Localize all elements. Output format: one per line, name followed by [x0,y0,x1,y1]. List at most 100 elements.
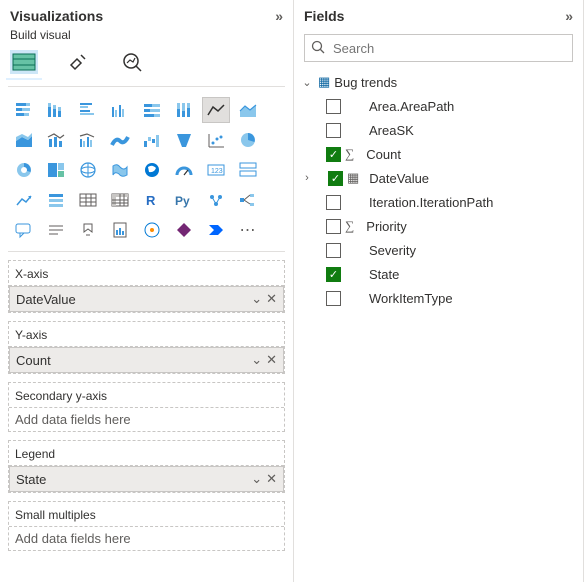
fields-search[interactable] [304,34,573,62]
x-axis-well[interactable]: X-axis DateValue ⌄✕ [8,260,285,313]
search-input[interactable] [331,40,566,57]
y-axis-well[interactable]: Y-axis Count ⌄✕ [8,321,285,374]
field-iteration-iterationpath[interactable]: Iteration.IterationPath [300,190,577,214]
area-chart-icon[interactable] [234,97,262,123]
checkbox-icon[interactable] [326,99,341,114]
table-bug-trends[interactable]: ⌄ ▦ Bug trends [300,70,577,94]
smart-narrative-icon[interactable] [42,217,70,243]
multi-row-card-icon[interactable] [234,157,262,183]
secondary-y-axis-well[interactable]: Secondary y-axis Add data fields here [8,382,285,432]
remove-field-icon[interactable]: ✕ [266,471,277,487]
secondary-y-axis-placeholder[interactable]: Add data fields here [9,408,284,431]
chevron-down-icon[interactable]: ⌄ [300,76,314,89]
field-count[interactable]: ✓ ∑ Count [300,142,577,166]
build-visual-tab[interactable] [10,50,38,74]
checkbox-checked-icon[interactable]: ✓ [326,147,341,162]
collapse-visualizations-icon[interactable]: » [275,8,283,24]
checkbox-icon[interactable] [326,219,341,234]
y-axis-value[interactable]: Count [16,353,251,368]
chevron-down-icon[interactable]: ⌄ [251,471,262,487]
format-visual-tab[interactable] [64,50,92,74]
hundred-stacked-bar-chart-icon[interactable] [138,97,166,123]
y-axis-label: Y-axis [9,322,284,347]
remove-field-icon[interactable]: ✕ [266,352,277,368]
field-areask[interactable]: AreaSK [300,118,577,142]
visualizations-title: Visualizations [10,8,103,24]
clustered-column-chart-icon[interactable] [106,97,134,123]
legend-label: Legend [9,441,284,466]
pie-chart-icon[interactable] [234,127,262,153]
hundred-stacked-column-chart-icon[interactable] [170,97,198,123]
decomposition-tree-icon[interactable] [234,187,262,213]
arcgis-map-icon[interactable] [138,217,166,243]
map-icon[interactable] [74,157,102,183]
field-label: Area.AreaPath [369,99,454,114]
checkbox-icon[interactable] [326,291,341,306]
card-icon[interactable]: 123 [202,157,230,183]
sigma-icon: ∑ [345,218,354,234]
ribbon-chart-icon[interactable] [106,127,134,153]
python-visual-icon[interactable]: Py [170,187,198,213]
filled-map-icon[interactable] [106,157,134,183]
field-workitemtype[interactable]: WorkItemType [300,286,577,310]
small-multiples-well[interactable]: Small multiples Add data fields here [8,501,285,551]
stacked-bar-chart-icon[interactable] [10,97,38,123]
funnel-chart-icon[interactable] [170,127,198,153]
legend-value[interactable]: State [16,472,251,487]
chevron-down-icon[interactable]: ⌄ [251,352,262,368]
line-stacked-column-chart-icon[interactable] [42,127,70,153]
field-state[interactable]: ✓ State [300,262,577,286]
table-icon: ▦ [318,74,330,90]
field-label: Count [366,147,401,162]
field-priority[interactable]: ∑ Priority [300,214,577,238]
kpi-icon[interactable] [10,187,38,213]
scatter-chart-icon[interactable] [202,127,230,153]
key-influencers-icon[interactable] [202,187,230,213]
more-visuals-icon[interactable]: ⋯ [234,217,262,243]
checkbox-icon[interactable] [326,195,341,210]
line-clustered-column-chart-icon[interactable] [74,127,102,153]
paginated-report-icon[interactable] [106,217,134,243]
checkbox-checked-icon[interactable]: ✓ [328,171,343,186]
slicer-icon[interactable] [42,187,70,213]
r-visual-icon[interactable]: R [138,187,166,213]
field-severity[interactable]: Severity [300,238,577,262]
build-visual-label: Build visual [0,28,293,46]
stacked-area-chart-icon[interactable] [10,127,38,153]
stacked-column-chart-icon[interactable] [42,97,70,123]
x-axis-label: X-axis [9,261,284,286]
search-icon [311,40,325,57]
field-area-areapath[interactable]: Area.AreaPath [300,94,577,118]
treemap-chart-icon[interactable] [42,157,70,183]
matrix-icon[interactable] [106,187,134,213]
remove-field-icon[interactable]: ✕ [266,291,277,307]
legend-well[interactable]: Legend State ⌄✕ [8,440,285,493]
x-axis-value[interactable]: DateValue [16,292,251,307]
chevron-down-icon[interactable]: ⌄ [251,291,262,307]
donut-chart-icon[interactable] [10,157,38,183]
field-label: Iteration.IterationPath [369,195,493,210]
analytics-tab[interactable] [118,50,146,74]
svg-text:Py: Py [175,194,190,208]
table-icon[interactable] [74,187,102,213]
power-apps-icon[interactable] [170,217,198,243]
checkbox-icon[interactable] [326,243,341,258]
gauge-chart-icon[interactable] [170,157,198,183]
field-datevalue[interactable]: › ✓ ▦ DateValue [300,166,577,190]
clustered-bar-chart-icon[interactable] [74,97,102,123]
small-multiples-placeholder[interactable]: Add data fields here [9,527,284,550]
line-chart-icon[interactable] [202,97,230,123]
qa-visual-icon[interactable] [10,217,38,243]
collapse-fields-icon[interactable]: » [565,8,573,24]
table-name: Bug trends [334,75,397,90]
waterfall-chart-icon[interactable] [138,127,166,153]
chevron-right-icon[interactable]: › [300,172,314,184]
svg-text:123: 123 [211,168,223,175]
checkbox-icon[interactable] [326,123,341,138]
azure-map-icon[interactable] [138,157,166,183]
goals-icon[interactable] [74,217,102,243]
power-automate-icon[interactable] [202,217,230,243]
visualization-type-gallery: 123 R Py ⋯ [0,91,293,247]
checkbox-checked-icon[interactable]: ✓ [326,267,341,282]
field-label: Priority [366,219,406,234]
